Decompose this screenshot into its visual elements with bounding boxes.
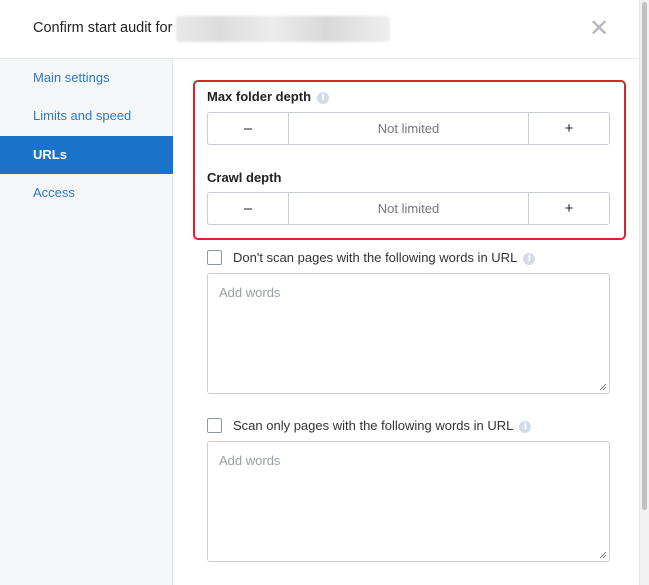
exclude-words-textarea[interactable]: Add words bbox=[207, 273, 610, 394]
dialog-scrollbar[interactable] bbox=[640, 0, 649, 585]
info-icon[interactable]: i bbox=[317, 91, 330, 104]
sidebar-item-main-settings[interactable]: Main settings bbox=[0, 59, 173, 97]
sidebar-item-access[interactable]: Access bbox=[0, 174, 173, 212]
max-folder-depth-label: Max folder depth i bbox=[207, 89, 330, 104]
crawl-depth-decrement-button[interactable]: – bbox=[208, 193, 289, 224]
exclude-words-placeholder: Add words bbox=[219, 285, 281, 300]
info-icon[interactable]: i bbox=[523, 252, 536, 265]
dialog-header: Confirm start audit for ✕ bbox=[0, 0, 640, 59]
dialog-title: Confirm start audit for bbox=[33, 20, 173, 36]
max-folder-depth-text: Max folder depth bbox=[207, 89, 312, 104]
exclude-words-checkbox[interactable] bbox=[207, 250, 222, 265]
settings-sidebar: Main settings Limits and speed URLs Acce… bbox=[0, 59, 173, 585]
sidebar-item-urls[interactable]: URLs bbox=[0, 136, 173, 174]
redacted-email bbox=[176, 16, 390, 42]
include-words-text: Scan only pages with the following words… bbox=[233, 418, 514, 433]
max-folder-depth-value[interactable]: Not limited bbox=[289, 113, 528, 144]
max-folder-depth-increment-button[interactable]: + bbox=[528, 113, 609, 144]
resize-handle-icon[interactable] bbox=[599, 551, 607, 559]
crawl-depth-value[interactable]: Not limited bbox=[289, 193, 528, 224]
close-icon[interactable]: ✕ bbox=[588, 16, 610, 42]
crawl-depth-increment-button[interactable]: + bbox=[528, 193, 609, 224]
urls-settings-panel: Max folder depth i – Not limited + Crawl … bbox=[174, 59, 640, 585]
max-folder-depth-stepper: – Not limited + bbox=[207, 112, 610, 145]
scrollbar-thumb[interactable] bbox=[642, 2, 647, 510]
include-words-label: Scan only pages with the following words… bbox=[233, 418, 532, 433]
sidebar-item-limits-and-speed[interactable]: Limits and speed bbox=[0, 97, 173, 135]
info-icon[interactable]: i bbox=[519, 420, 532, 433]
confirm-audit-dialog: Confirm start audit for ✕ Main settings … bbox=[0, 0, 640, 585]
include-words-textarea[interactable]: Add words bbox=[207, 441, 610, 562]
exclude-words-text: Don't scan pages with the following word… bbox=[233, 250, 518, 265]
include-words-checkbox[interactable] bbox=[207, 418, 222, 433]
crawl-depth-label: Crawl depth bbox=[207, 170, 282, 185]
max-folder-depth-decrement-button[interactable]: – bbox=[208, 113, 289, 144]
crawl-depth-stepper: – Not limited + bbox=[207, 192, 610, 225]
include-words-placeholder: Add words bbox=[219, 453, 281, 468]
exclude-words-label: Don't scan pages with the following word… bbox=[233, 250, 536, 265]
resize-handle-icon[interactable] bbox=[599, 383, 607, 391]
